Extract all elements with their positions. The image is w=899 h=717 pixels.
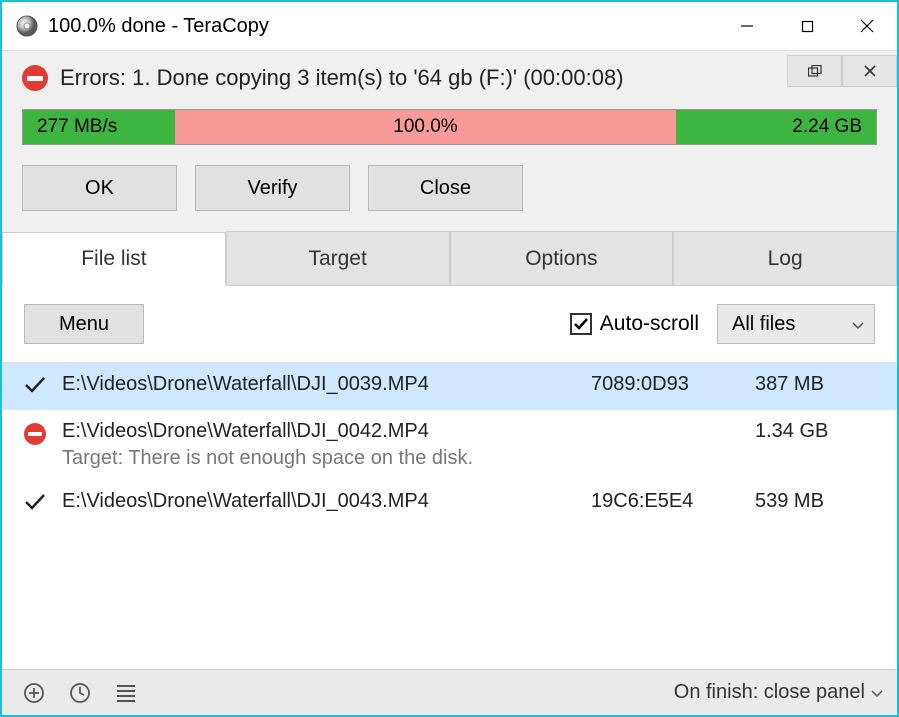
menu-button[interactable]: Menu [24, 304, 144, 344]
chevron-down-icon [852, 313, 864, 336]
tab-bar: File list Target Options Log [2, 231, 897, 286]
file-size: 1.34 GB [755, 420, 875, 443]
progress-total: 2.24 GB [792, 116, 862, 138]
file-path: E:\Videos\Drone\Waterfall\DJI_0042.MP4Ta… [62, 420, 577, 470]
panel-popout-button[interactable] [787, 55, 842, 87]
on-finish-dropdown[interactable]: On finish: close panel [674, 681, 883, 704]
error-icon [22, 65, 48, 91]
file-path: E:\Videos\Drone\Waterfall\DJI_0043.MP4 [62, 490, 577, 513]
history-button[interactable] [62, 675, 98, 711]
add-button[interactable] [16, 675, 52, 711]
filter-dropdown[interactable]: All files [717, 304, 875, 344]
progress-speed: 277 MB/s [37, 116, 117, 138]
list-button[interactable] [108, 675, 144, 711]
ok-button[interactable]: OK [22, 165, 177, 211]
autoscroll-label: Auto-scroll [600, 312, 699, 336]
window-title: 100.0% done - TeraCopy [48, 15, 717, 38]
tab-options[interactable]: Options [450, 231, 674, 285]
close-button[interactable]: Close [368, 165, 523, 211]
maximize-button[interactable] [777, 4, 837, 48]
window-controls [717, 4, 897, 48]
file-crc: 19C6:E5E4 [591, 490, 741, 513]
toolbar: Menu Auto-scroll All files [2, 286, 897, 362]
autoscroll-checkbox[interactable]: Auto-scroll [570, 312, 699, 336]
panel-close-button[interactable] [842, 55, 897, 87]
file-row[interactable]: E:\Videos\Drone\Waterfall\DJI_0043.MP4 19… [2, 480, 897, 527]
on-finish-label: On finish: close panel [674, 681, 865, 704]
progress-bar: 277 MB/s 100.0% 2.24 GB [22, 109, 877, 145]
progress-percent: 100.0% [393, 116, 457, 138]
file-list: E:\Videos\Drone\Waterfall\DJI_0039.MP4 70… [2, 362, 897, 669]
file-crc: 7089:0D93 [591, 373, 741, 396]
check-icon [24, 373, 48, 400]
app-icon [16, 15, 38, 37]
file-size: 539 MB [755, 490, 875, 513]
file-path: E:\Videos\Drone\Waterfall\DJI_0039.MP4 [62, 373, 577, 396]
filter-value: All files [732, 313, 795, 336]
file-size: 387 MB [755, 373, 875, 396]
tab-target[interactable]: Target [226, 231, 450, 285]
file-error-text: Target: There is not enough space on the… [62, 447, 577, 470]
tab-file-list[interactable]: File list [2, 232, 226, 286]
status-panel: Errors: 1. Done copying 3 item(s) to '64… [2, 50, 897, 231]
verify-button[interactable]: Verify [195, 165, 350, 211]
file-row[interactable]: E:\Videos\Drone\Waterfall\DJI_0042.MP4Ta… [2, 410, 897, 480]
error-icon [24, 420, 48, 445]
minimize-button[interactable] [717, 4, 777, 48]
chevron-down-icon [871, 681, 883, 704]
bottom-bar: On finish: close panel [2, 669, 897, 715]
titlebar: 100.0% done - TeraCopy [2, 2, 897, 50]
close-window-button[interactable] [837, 4, 897, 48]
status-text: Errors: 1. Done copying 3 item(s) to '64… [60, 65, 787, 91]
tab-log[interactable]: Log [673, 231, 897, 285]
file-row[interactable]: E:\Videos\Drone\Waterfall\DJI_0039.MP4 70… [2, 363, 897, 410]
check-icon [24, 490, 48, 517]
